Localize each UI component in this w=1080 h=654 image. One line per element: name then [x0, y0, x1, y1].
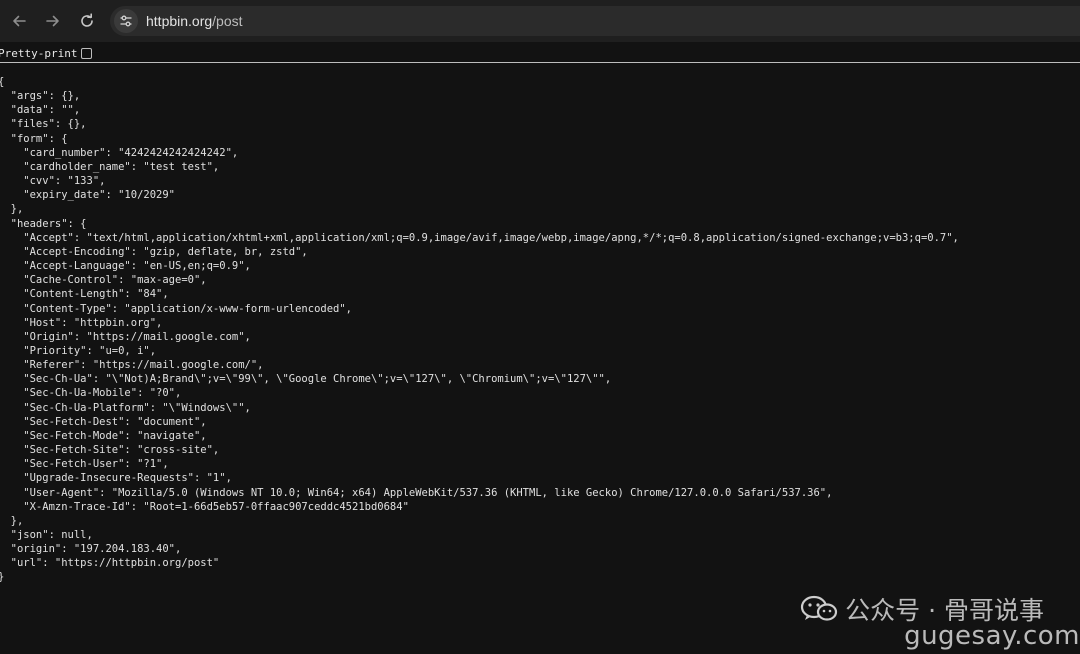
tune-icon	[120, 15, 132, 27]
back-button[interactable]	[2, 4, 36, 38]
divider	[0, 62, 1080, 63]
arrow-right-icon	[46, 15, 59, 27]
pretty-print-checkbox[interactable]	[81, 47, 93, 59]
watermark: 公众号 · 骨哥说事 gugesay.com	[740, 585, 1080, 654]
wechat-icon	[801, 595, 838, 621]
watermark-line2: gugesay.com	[904, 621, 1080, 651]
reload-icon	[81, 13, 93, 27]
url-path: /post	[212, 13, 243, 29]
url-host: httpbin.org	[146, 13, 213, 29]
forward-button[interactable]	[36, 4, 70, 38]
json-response-body: { "args": {}, "data": "", "files": {}, "…	[0, 76, 959, 583]
site-info-button[interactable]	[114, 9, 138, 33]
browser-toolbar: httpbin.org/post	[0, 0, 1080, 42]
url-text[interactable]: httpbin.org/post	[146, 13, 243, 29]
arrow-left-icon	[13, 15, 26, 27]
pretty-print-bar: Pretty-print	[0, 44, 1080, 62]
reload-button[interactable]	[70, 4, 104, 38]
pretty-print-label: Pretty-print	[0, 46, 78, 60]
address-bar[interactable]: httpbin.org/post	[110, 6, 1080, 36]
